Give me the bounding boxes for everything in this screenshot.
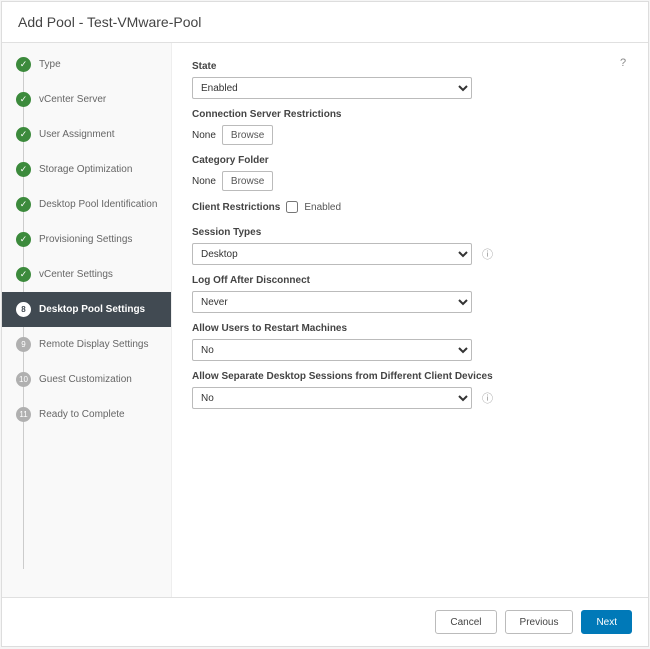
step-label: Type xyxy=(39,59,61,70)
modal-content: ✓ Type ✓ vCenter Server ✓ User Assignmen… xyxy=(2,43,648,597)
allow-separate-label: Allow Separate Desktop Sessions from Dif… xyxy=(192,371,624,382)
check-icon: ✓ xyxy=(16,267,31,282)
step-vcenter-server[interactable]: ✓ vCenter Server xyxy=(2,82,171,117)
next-button[interactable]: Next xyxy=(581,610,632,634)
field-client-restrictions: Client Restrictions Enabled xyxy=(192,201,624,213)
session-types-select[interactable]: Desktop xyxy=(192,243,472,265)
step-storage-optimization[interactable]: ✓ Storage Optimization xyxy=(2,152,171,187)
allow-restart-label: Allow Users to Restart Machines xyxy=(192,323,624,334)
field-connection-server-restrictions: Connection Server Restrictions None Brow… xyxy=(192,109,624,145)
allow-separate-select[interactable]: No xyxy=(192,387,472,409)
modal-footer: Cancel Previous Next xyxy=(2,597,648,646)
field-session-types: Session Types Desktop ⓘ xyxy=(192,227,624,265)
field-state: State Enabled xyxy=(192,61,624,99)
wizard-nav: ✓ Type ✓ vCenter Server ✓ User Assignmen… xyxy=(2,43,172,597)
cancel-button[interactable]: Cancel xyxy=(435,610,496,634)
step-number-icon: 10 xyxy=(16,372,31,387)
step-remote-display-settings[interactable]: 9 Remote Display Settings xyxy=(2,327,171,362)
step-label: Desktop Pool Settings xyxy=(39,304,145,315)
client-restrictions-checkbox[interactable] xyxy=(286,201,298,213)
step-number-icon: 11 xyxy=(16,407,31,422)
category-folder-label: Category Folder xyxy=(192,155,624,166)
step-label: Provisioning Settings xyxy=(39,234,132,245)
info-icon[interactable]: ⓘ xyxy=(482,246,493,262)
step-label: vCenter Server xyxy=(39,94,106,105)
step-vcenter-settings[interactable]: ✓ vCenter Settings xyxy=(2,257,171,292)
step-label: Storage Optimization xyxy=(39,164,132,175)
step-desktop-pool-identification[interactable]: ✓ Desktop Pool Identification xyxy=(2,187,171,222)
modal-header: Add Pool - Test-VMware-Pool xyxy=(2,2,648,43)
csr-value: None xyxy=(192,130,216,141)
allow-restart-select[interactable]: No xyxy=(192,339,472,361)
form-panel: ? State Enabled Connection Server Restri… xyxy=(172,43,648,597)
step-number-icon: 8 xyxy=(16,302,31,317)
step-type[interactable]: ✓ Type xyxy=(2,47,171,82)
field-allow-separate-sessions: Allow Separate Desktop Sessions from Dif… xyxy=(192,371,624,409)
field-logoff-after-disconnect: Log Off After Disconnect Never xyxy=(192,275,624,313)
field-allow-restart: Allow Users to Restart Machines No xyxy=(192,323,624,361)
field-category-folder: Category Folder None Browse xyxy=(192,155,624,191)
step-provisioning-settings[interactable]: ✓ Provisioning Settings xyxy=(2,222,171,257)
page-title: Add Pool - Test-VMware-Pool xyxy=(18,14,201,30)
help-icon[interactable]: ? xyxy=(620,57,634,71)
step-label: Guest Customization xyxy=(39,374,132,385)
state-select[interactable]: Enabled xyxy=(192,77,472,99)
step-label: Remote Display Settings xyxy=(39,339,149,350)
logoff-label: Log Off After Disconnect xyxy=(192,275,624,286)
csr-label: Connection Server Restrictions xyxy=(192,109,624,120)
check-icon: ✓ xyxy=(16,197,31,212)
step-label: Desktop Pool Identification xyxy=(39,199,157,210)
step-number-icon: 9 xyxy=(16,337,31,352)
step-label: Ready to Complete xyxy=(39,409,125,420)
session-types-label: Session Types xyxy=(192,227,624,238)
category-browse-button[interactable]: Browse xyxy=(222,171,273,191)
step-ready-to-complete[interactable]: 11 Ready to Complete xyxy=(2,397,171,432)
step-label: vCenter Settings xyxy=(39,269,113,280)
step-user-assignment[interactable]: ✓ User Assignment xyxy=(2,117,171,152)
category-folder-value: None xyxy=(192,176,216,187)
csr-browse-button[interactable]: Browse xyxy=(222,125,273,145)
client-restrictions-label: Client Restrictions xyxy=(192,202,280,213)
step-guest-customization[interactable]: 10 Guest Customization xyxy=(2,362,171,397)
info-icon[interactable]: ⓘ xyxy=(482,390,493,406)
step-desktop-pool-settings[interactable]: 8 Desktop Pool Settings xyxy=(2,292,171,327)
check-icon: ✓ xyxy=(16,232,31,247)
check-icon: ✓ xyxy=(16,162,31,177)
previous-button[interactable]: Previous xyxy=(505,610,574,634)
add-pool-modal: Add Pool - Test-VMware-Pool ✓ Type ✓ vCe… xyxy=(1,1,649,647)
check-icon: ✓ xyxy=(16,92,31,107)
logoff-select[interactable]: Never xyxy=(192,291,472,313)
check-icon: ✓ xyxy=(16,57,31,72)
check-icon: ✓ xyxy=(16,127,31,142)
state-label: State xyxy=(192,61,624,72)
step-label: User Assignment xyxy=(39,129,115,140)
client-restrictions-enabled-label: Enabled xyxy=(304,202,341,213)
